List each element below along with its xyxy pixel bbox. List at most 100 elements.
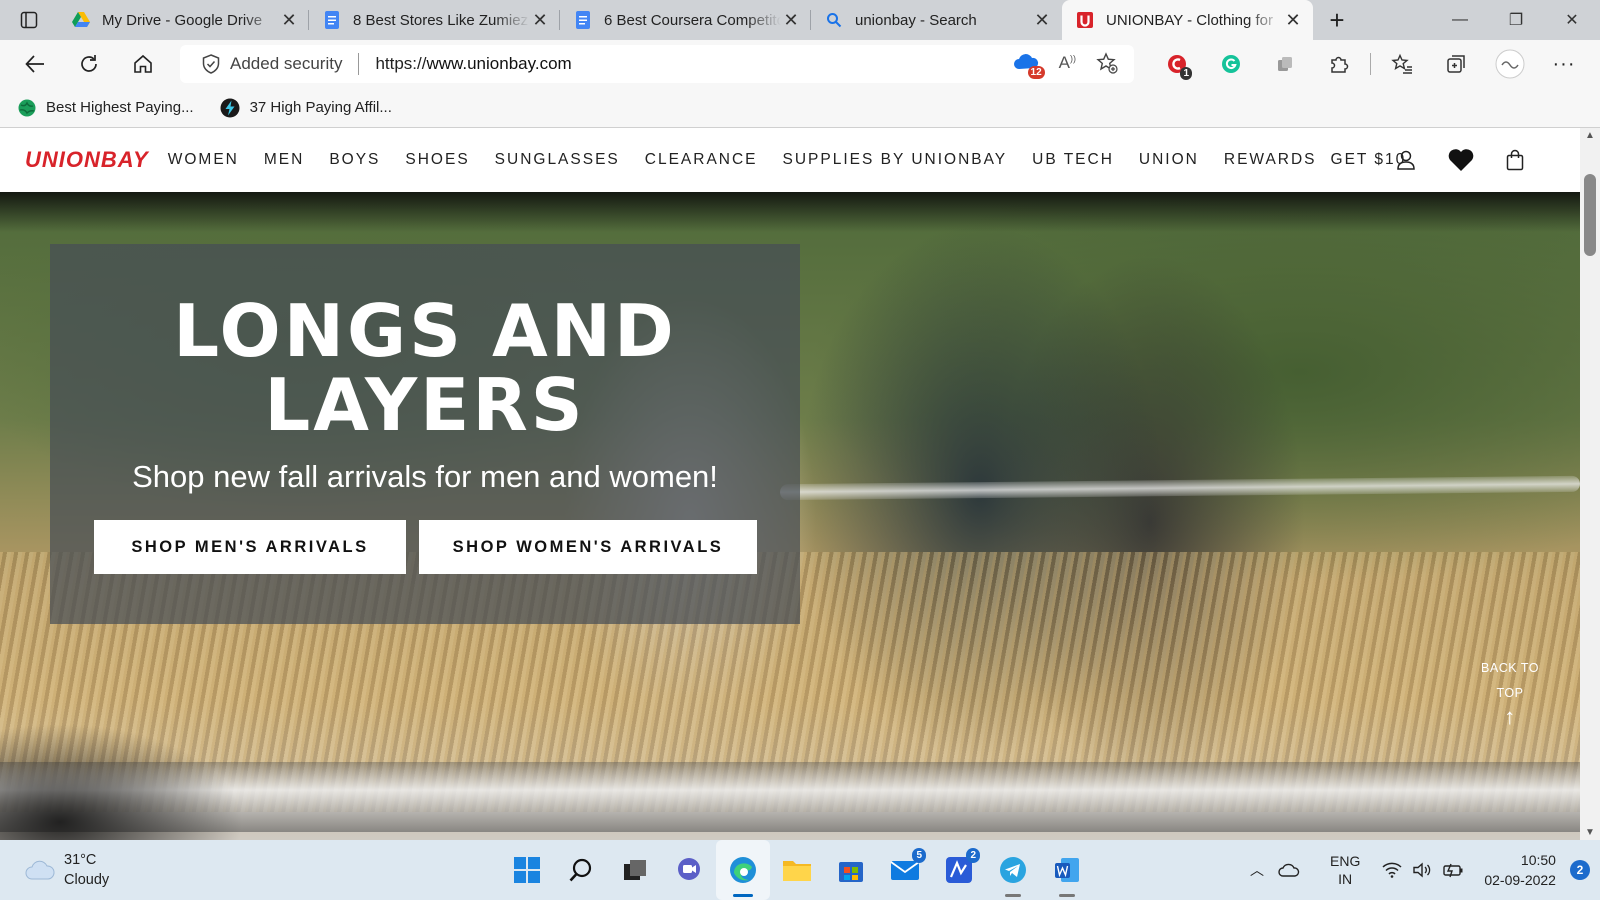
clock[interactable]: 10:50 02-09-2022 — [1484, 850, 1556, 890]
toolbar-extensions: 1 ··· — [1150, 44, 1591, 84]
task-view-button[interactable] — [608, 840, 662, 900]
url-prefix: https:// — [375, 54, 427, 73]
nav-ub-tech[interactable]: UB TECH — [1032, 151, 1114, 169]
add-favorite-icon[interactable] — [1096, 52, 1118, 74]
shopping-bag-icon[interactable] — [1505, 149, 1525, 171]
close-tab-icon[interactable]: ✕ — [1283, 10, 1303, 30]
account-icon[interactable] — [1395, 149, 1417, 171]
scrollbar-thumb[interactable] — [1584, 174, 1596, 256]
hero-photo-car-shadow — [0, 622, 380, 840]
scroll-down-arrow-icon[interactable]: ▼ — [1580, 827, 1600, 838]
toolbar-divider — [1370, 53, 1371, 75]
scroll-up-arrow-icon[interactable]: ▲ — [1580, 130, 1600, 141]
shop-womens-arrivals-button[interactable]: SHOP WOMEN'S ARRIVALS — [419, 520, 757, 574]
home-button[interactable] — [116, 44, 170, 84]
profile-button[interactable] — [1483, 44, 1537, 84]
input-language[interactable]: ENG IN — [1330, 852, 1360, 888]
nav-women[interactable]: WOMEN — [168, 151, 239, 169]
refresh-button[interactable] — [62, 44, 116, 84]
shop-mens-arrivals-button[interactable]: SHOP MEN'S ARRIVALS — [94, 520, 406, 574]
url-text[interactable]: https://www.unionbay.com — [375, 54, 571, 74]
mail-badge: 5 — [912, 848, 926, 863]
tab-coursera-doc[interactable]: 6 Best Coursera Competitors ✕ — [560, 0, 811, 40]
onedrive-cloud-icon[interactable] — [1278, 862, 1300, 878]
back-button[interactable] — [8, 44, 62, 84]
address-divider — [358, 53, 360, 75]
telegram-icon — [1000, 857, 1026, 883]
nav-shoes[interactable]: SHOES — [405, 151, 469, 169]
home-icon — [134, 54, 152, 73]
edge-taskbar-button[interactable] — [716, 840, 770, 900]
nav-men[interactable]: MEN — [264, 151, 304, 169]
new-tab-button[interactable]: + — [1313, 0, 1361, 40]
page-scrollbar[interactable]: ▲ ▼ — [1580, 128, 1600, 840]
battery-icon[interactable] — [1442, 862, 1464, 878]
show-hidden-icons-chevron-up-icon[interactable]: ︿ — [1250, 860, 1264, 880]
site-header: UNIONBAY WOMEN MEN BOYS SHOES SUNGLASSES… — [0, 128, 1580, 192]
back-to-top-button[interactable]: BACK TO TOP ↑ — [1470, 656, 1550, 728]
word-button[interactable] — [1040, 840, 1094, 900]
favorite-label: Best Highest Paying... — [46, 99, 194, 116]
unionbay-favicon — [1076, 11, 1094, 29]
extensions-button[interactable] — [1312, 44, 1366, 84]
read-aloud-icon[interactable]: A)) — [1059, 53, 1076, 73]
copy-extension-icon — [1278, 57, 1292, 71]
start-button[interactable] — [500, 840, 554, 900]
hero-title: LONGS AND LAYERS — [50, 294, 800, 442]
extension-grammarly-button[interactable] — [1204, 44, 1258, 84]
minimize-button[interactable]: — — [1432, 0, 1488, 40]
close-window-button[interactable]: ✕ — [1544, 0, 1600, 40]
tracking-prevention-button[interactable]: 12 — [1013, 51, 1045, 79]
address-bar[interactable]: Added security https://www.unionbay.com … — [180, 45, 1134, 83]
tab-unionbay-search[interactable]: unionbay - Search ✕ — [811, 0, 1062, 40]
nav-rewards[interactable]: REWARDS — [1224, 151, 1317, 169]
nav-boys[interactable]: BOYS — [329, 151, 380, 169]
google-docs-icon — [574, 11, 592, 29]
window-controls: — ❐ ✕ — [1432, 0, 1600, 40]
site-logo[interactable]: UNIONBAY — [25, 147, 149, 173]
wishlist-heart-icon[interactable] — [1447, 148, 1475, 172]
restore-button[interactable]: ❐ — [1488, 0, 1544, 40]
nav-clearance[interactable]: CLEARANCE — [645, 151, 758, 169]
settings-menu-button[interactable]: ··· — [1537, 44, 1591, 84]
mail-button[interactable]: 5 — [878, 840, 932, 900]
tracking-badge: 12 — [1027, 66, 1045, 79]
taskbar-search-button[interactable] — [554, 840, 608, 900]
nav-sunglasses[interactable]: SUNGLASSES — [495, 151, 620, 169]
favorites-button[interactable] — [1375, 44, 1429, 84]
close-tab-icon[interactable]: ✕ — [279, 10, 299, 30]
notification-center-badge[interactable]: 2 — [1569, 860, 1590, 880]
extension-copy-button[interactable] — [1258, 44, 1312, 84]
teams-chat-button[interactable] — [662, 840, 716, 900]
extension-adblock-button[interactable]: 1 — [1150, 44, 1204, 84]
nav-supplies-by-unionbay[interactable]: SUPPLIES BY UNIONBAY — [783, 151, 1008, 169]
close-tab-icon[interactable]: ✕ — [530, 10, 550, 30]
grammarly-icon — [1222, 55, 1240, 73]
favorite-best-highest-paying[interactable]: Best Highest Paying... — [18, 99, 194, 117]
hero-photo-shadow — [0, 192, 1580, 232]
tab-google-drive[interactable]: My Drive - Google Drive ✕ — [58, 0, 309, 40]
telegram-button[interactable] — [986, 840, 1040, 900]
nav-union[interactable]: UNION — [1139, 151, 1199, 169]
close-tab-icon[interactable]: ✕ — [1032, 10, 1052, 30]
weather-temp: 31°C — [64, 852, 97, 868]
main-nav: WOMEN MEN BOYS SHOES SUNGLASSES CLEARANC… — [168, 151, 1432, 169]
wifi-icon[interactable] — [1382, 862, 1402, 878]
folder-icon — [783, 861, 811, 881]
tab-actions-button[interactable] — [0, 0, 58, 40]
shield-icon — [202, 54, 220, 74]
microsoft-store-button[interactable] — [824, 840, 878, 900]
edge-browser-icon — [730, 857, 756, 883]
close-tab-icon[interactable]: ✕ — [781, 10, 801, 30]
collections-button[interactable] — [1429, 44, 1483, 84]
favorite-high-paying-affiliate[interactable]: 37 High Paying Affil... — [220, 98, 392, 118]
app-button[interactable]: 2 — [932, 840, 986, 900]
tab-unionbay-active[interactable]: UNIONBAY - Clothing for ✕ — [1062, 0, 1313, 40]
file-explorer-button[interactable] — [770, 840, 824, 900]
windows-taskbar: 31°C Cloudy 5 2 ︿ ENG IN 10:50 02-09-202… — [0, 840, 1600, 900]
hero-title-line2: LAYERS — [264, 363, 586, 447]
hero-title-line1: LONGS AND — [173, 289, 677, 373]
tab-zumiez-doc[interactable]: 8 Best Stores Like Zumiez ✕ — [309, 0, 560, 40]
weather-widget[interactable]: 31°C Cloudy — [24, 850, 109, 890]
volume-icon[interactable] — [1412, 862, 1432, 878]
